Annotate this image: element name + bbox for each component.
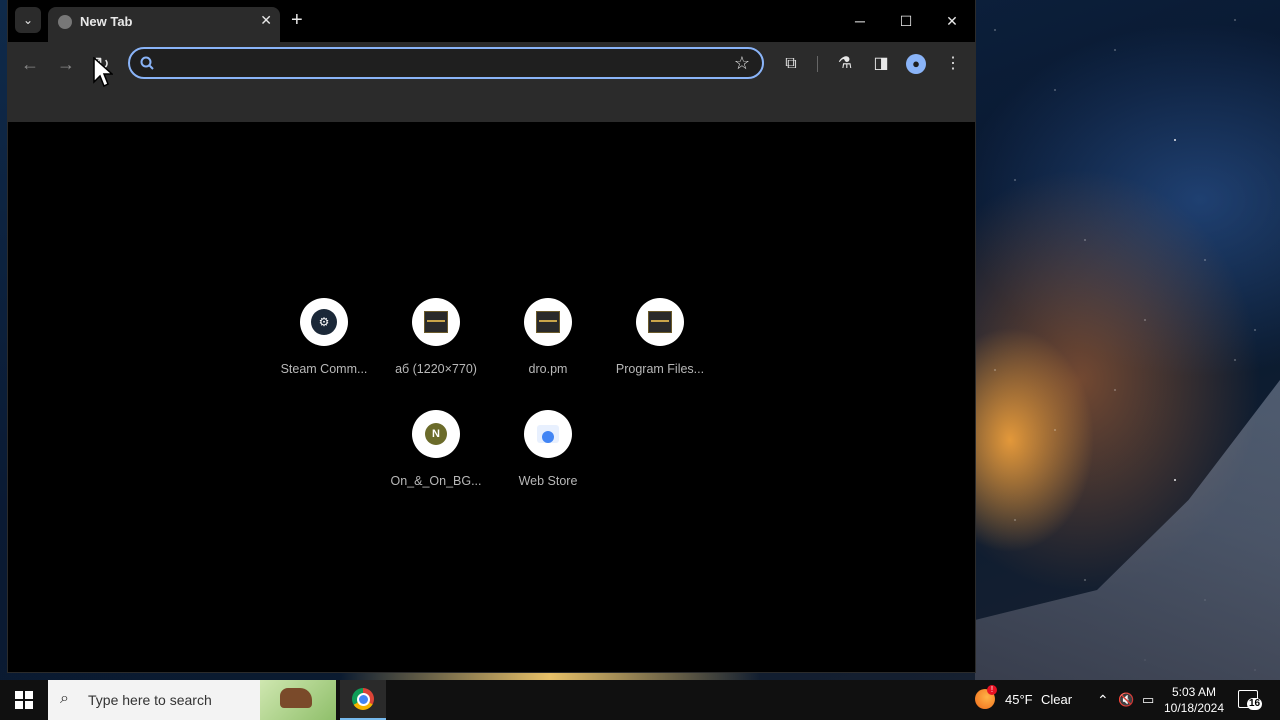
n-letter-icon: N xyxy=(425,423,447,445)
browser-toolbar: ← → ↻ ☆ ⧉ ⚗ ◨ ● ⋮ xyxy=(8,42,975,86)
plus-icon[interactable]: + xyxy=(291,10,303,30)
shortcut-icon-circle xyxy=(524,410,572,458)
flask-icon[interactable]: ⚗ xyxy=(834,53,856,75)
shortcut-label: dro.pm xyxy=(528,362,568,376)
shortcut-label: Steam Comm... xyxy=(280,362,368,376)
steam-icon: ⚙ xyxy=(311,309,337,335)
shortcut-icon-circle: N xyxy=(412,410,460,458)
puzzle-icon[interactable]: ⧉ xyxy=(780,53,802,75)
web-store-icon xyxy=(537,425,559,443)
kebab-menu-icon[interactable]: ⋮ xyxy=(942,53,964,75)
image-thumbnail-icon xyxy=(424,311,448,333)
shortcut-icon-circle xyxy=(412,298,460,346)
close-window-button[interactable]: ✕ xyxy=(929,8,975,34)
notification-count-badge: 16 xyxy=(1247,698,1263,710)
shortcut-icon-circle xyxy=(524,298,572,346)
weather-condition[interactable]: Clear xyxy=(1041,680,1072,720)
taskbar-search-box[interactable]: ⌕ Type here to search xyxy=(48,680,336,720)
search-highlight-image xyxy=(260,680,336,720)
shortcut-label: On_&_On_BG... xyxy=(390,474,482,488)
side-panel-icon[interactable]: ◨ xyxy=(870,53,892,75)
arrow-left-icon[interactable]: ← xyxy=(18,52,42,76)
title-bar: ⌄ New Tab ✕ + ─ ☐ ✕ xyxy=(8,0,975,42)
shortcut-label: аб (1220×770) xyxy=(395,362,477,376)
shortcut-tile[interactable]: Program Files... xyxy=(604,298,716,398)
tab-new-tab[interactable]: New Tab ✕ xyxy=(48,7,280,42)
image-thumbnail-icon xyxy=(536,311,560,333)
tab-title: New Tab xyxy=(80,14,133,29)
minimize-button[interactable]: ─ xyxy=(837,8,883,34)
network-icon[interactable]: ▭ xyxy=(1142,680,1154,720)
system-clock[interactable]: 5:03 AM 10/18/2024 xyxy=(1162,684,1226,716)
chrome-icon xyxy=(352,688,374,710)
mouse-cursor-icon xyxy=(93,57,113,88)
address-bar[interactable]: ☆ xyxy=(128,47,764,79)
shortcut-tile[interactable]: ⚙ Steam Comm... xyxy=(268,298,380,398)
taskbar: ⌕ Type here to search ! 45°F Clear ⌃ 🔇 ▭… xyxy=(0,680,1280,720)
maximize-button[interactable]: ☐ xyxy=(883,8,929,34)
browser-window: ⌄ New Tab ✕ + ─ ☐ ✕ ← → ↻ ☆ ⧉ ⚗ ◨ ● ⋮ ⚙ … xyxy=(8,0,975,672)
tab-search-button[interactable]: ⌄ xyxy=(15,7,41,33)
clock-time: 5:03 AM xyxy=(1171,685,1217,699)
star-icon[interactable]: ☆ xyxy=(734,53,750,74)
chevron-down-icon: ⌄ xyxy=(22,13,34,27)
image-thumbnail-icon xyxy=(648,311,672,333)
shortcut-tile[interactable]: N On_&_On_BG... xyxy=(380,410,492,510)
shortcut-label: Program Files... xyxy=(615,362,705,376)
shortcut-tile[interactable]: Web Store xyxy=(492,410,604,510)
windows-logo-icon xyxy=(15,691,33,709)
new-tab-page: ⚙ Steam Comm... аб (1220×770) dro.pm Pro… xyxy=(8,122,975,672)
weather-alert-badge: ! xyxy=(987,685,997,695)
arrow-right-icon[interactable]: → xyxy=(54,52,78,76)
weather-temperature[interactable]: 45°F xyxy=(1005,680,1033,720)
start-button[interactable] xyxy=(0,680,48,720)
taskbar-search-placeholder: Type here to search xyxy=(88,692,212,708)
volume-muted-icon[interactable]: 🔇 xyxy=(1118,680,1134,720)
bookmarks-bar xyxy=(8,86,975,123)
taskbar-chrome-button[interactable] xyxy=(340,680,386,720)
shortcut-tile[interactable]: dro.pm xyxy=(492,298,604,398)
chevron-up-icon[interactable]: ⌃ xyxy=(1097,680,1109,720)
address-input[interactable] xyxy=(166,53,730,75)
search-icon: ⌕ xyxy=(60,690,69,707)
shortcut-icon-circle xyxy=(636,298,684,346)
toolbar-divider xyxy=(817,56,818,72)
globe-icon xyxy=(58,15,72,29)
profile-icon[interactable]: ● xyxy=(905,53,927,75)
close-icon[interactable]: ✕ xyxy=(260,12,272,29)
shortcut-label: Web Store xyxy=(518,474,578,488)
shortcut-icon-circle: ⚙ xyxy=(300,298,348,346)
shortcut-tile[interactable]: аб (1220×770) xyxy=(380,298,492,398)
search-icon xyxy=(140,56,154,70)
clock-date: 10/18/2024 xyxy=(1163,701,1225,715)
